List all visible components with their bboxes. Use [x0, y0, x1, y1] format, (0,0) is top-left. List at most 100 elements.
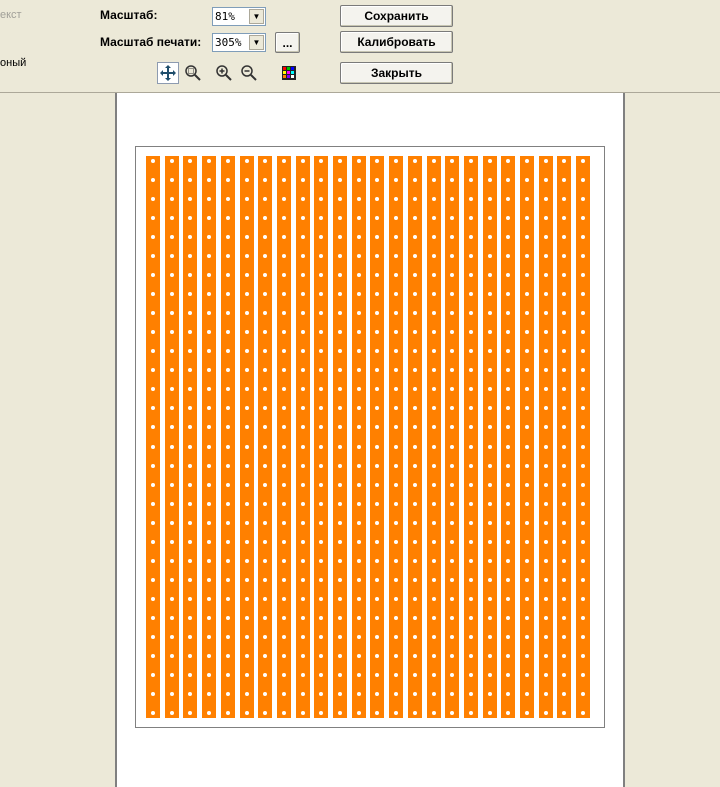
- strip-hole: [375, 482, 380, 487]
- strip-hole: [338, 596, 342, 601]
- strip-hole: [468, 406, 473, 411]
- strip-hole: [394, 539, 399, 544]
- strip-hole: [207, 482, 212, 487]
- calibrate-button[interactable]: Калибровать: [340, 31, 453, 53]
- strip-hole: [431, 330, 436, 335]
- chevron-down-icon[interactable]: ▼: [249, 9, 264, 24]
- strip-hole: [375, 596, 380, 601]
- strip-hole: [281, 159, 286, 163]
- print-scale-select[interactable]: 305% ▼: [212, 33, 266, 52]
- scale-select[interactable]: 81% ▼: [212, 7, 266, 26]
- strip-hole: [543, 653, 548, 658]
- strip-hole: [300, 330, 305, 335]
- strip-hole: [207, 292, 212, 297]
- close-button[interactable]: Закрыть: [340, 62, 453, 84]
- strip-hole: [543, 672, 548, 677]
- print-scale-more-button[interactable]: ...: [275, 32, 300, 53]
- strip-hole: [169, 711, 174, 715]
- print-scale-value: 305%: [215, 36, 242, 49]
- strip-hole: [581, 292, 586, 297]
- strip-hole: [431, 216, 436, 221]
- strip-hole: [225, 273, 230, 278]
- strip-hole: [151, 159, 155, 163]
- strip-hole: [487, 653, 492, 658]
- move-icon[interactable]: [157, 62, 179, 84]
- strip-hole: [338, 235, 342, 240]
- left-option-text[interactable]: екст: [0, 9, 22, 21]
- strip-hole: [244, 197, 249, 202]
- strip-hole: [506, 292, 511, 297]
- chevron-down-icon[interactable]: ▼: [249, 35, 264, 50]
- strip-hole: [207, 311, 212, 316]
- pattern-strip: [295, 156, 310, 718]
- strip-hole: [169, 406, 174, 411]
- strip-hole: [468, 558, 473, 563]
- strip-hole: [375, 216, 380, 221]
- strip-hole: [319, 577, 324, 582]
- strip-hole: [487, 711, 492, 715]
- zoom-in-icon[interactable]: [213, 62, 235, 84]
- strip-hole: [431, 425, 436, 430]
- strip-hole: [468, 653, 473, 658]
- left-option-other[interactable]: оный: [0, 57, 26, 69]
- strip-hole: [356, 482, 361, 487]
- strip-hole: [412, 672, 417, 677]
- strip-hole: [356, 254, 361, 259]
- strip-hole: [450, 425, 455, 430]
- strip-hole: [581, 463, 586, 468]
- strip-hole: [431, 349, 436, 354]
- strip-hole: [225, 178, 230, 183]
- strip-hole: [543, 558, 548, 563]
- strip-hole: [207, 444, 212, 449]
- strip-hole: [188, 482, 193, 487]
- strip-hole: [300, 368, 305, 373]
- strip-hole: [543, 711, 548, 715]
- strip-hole: [169, 216, 174, 221]
- strip-hole: [412, 615, 417, 620]
- strip-hole: [300, 463, 305, 468]
- strip-hole: [375, 349, 380, 354]
- strip-hole: [169, 425, 174, 430]
- strip-hole: [188, 672, 193, 677]
- strip-hole: [412, 292, 417, 297]
- strip-hole: [244, 273, 249, 278]
- strip-hole: [319, 368, 324, 373]
- pattern-strip: [445, 156, 460, 718]
- zoom-area-icon[interactable]: [182, 62, 204, 84]
- strip-hole: [412, 330, 417, 335]
- strip-hole: [225, 254, 230, 259]
- pattern-strip: [576, 156, 591, 718]
- strip-hole: [300, 235, 305, 240]
- strip-hole: [188, 691, 193, 696]
- strip-hole: [207, 178, 212, 183]
- print-preview-area[interactable]: [115, 93, 625, 787]
- strip-hole: [319, 558, 324, 563]
- strip-hole: [300, 596, 305, 601]
- strip-hole: [375, 711, 380, 715]
- color-palette-icon[interactable]: [278, 62, 300, 84]
- strip-hole: [431, 254, 436, 259]
- strip-hole: [244, 178, 249, 183]
- strip-hole: [412, 444, 417, 449]
- strip-hole: [450, 159, 455, 163]
- strip-hole: [188, 292, 193, 297]
- save-button[interactable]: Сохранить: [340, 5, 453, 27]
- strip-hole: [487, 311, 492, 316]
- pattern-strip: [314, 156, 329, 718]
- strip-hole: [281, 615, 286, 620]
- strip-hole: [487, 577, 492, 582]
- strip-hole: [188, 711, 193, 715]
- strip-hole: [188, 273, 193, 278]
- zoom-out-icon[interactable]: [238, 62, 260, 84]
- strip-hole: [300, 672, 305, 677]
- strip-hole: [487, 159, 492, 163]
- strip-hole: [543, 235, 548, 240]
- pattern-strip: [389, 156, 404, 718]
- strip-hole: [487, 596, 492, 601]
- strip-hole: [188, 653, 193, 658]
- strip-hole: [207, 159, 212, 163]
- strip-hole: [562, 311, 567, 316]
- strip-hole: [151, 197, 155, 202]
- strip-hole: [319, 178, 324, 183]
- strip-hole: [468, 539, 473, 544]
